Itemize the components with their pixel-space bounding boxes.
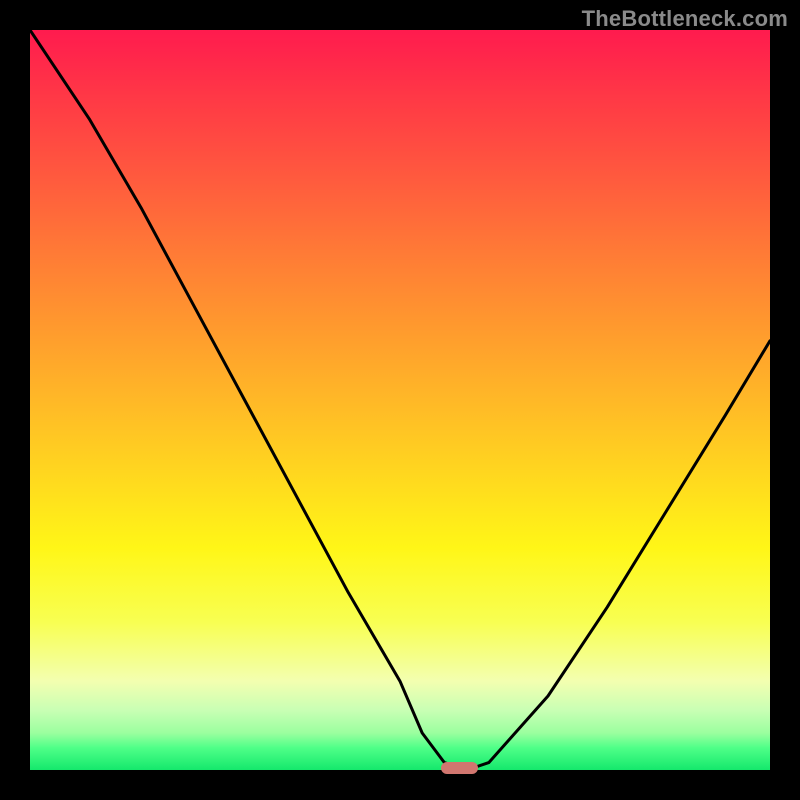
- plot-area: [30, 30, 770, 770]
- bottleneck-curve: [30, 30, 770, 770]
- chart-frame: TheBottleneck.com: [0, 0, 800, 800]
- optimal-marker: [441, 762, 478, 774]
- watermark-text: TheBottleneck.com: [582, 6, 788, 32]
